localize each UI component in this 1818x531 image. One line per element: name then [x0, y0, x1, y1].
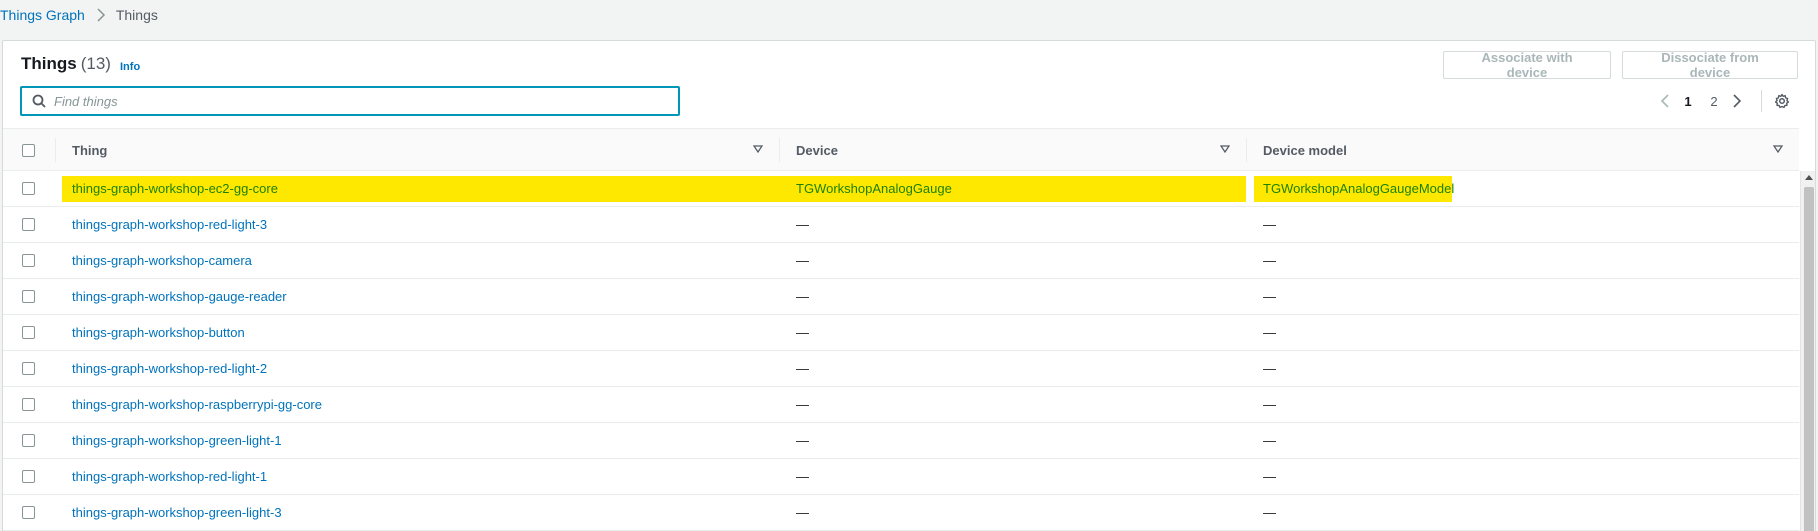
next-page-icon[interactable]	[1727, 94, 1747, 108]
device-model-cell: —	[1263, 433, 1276, 448]
table-row: things-graph-workshop-red-light-3 — —	[3, 207, 1799, 243]
associate-with-device-button[interactable]: Associate with device	[1443, 50, 1611, 80]
column-header-device-model-label: Device model	[1263, 142, 1347, 158]
device-model-cell: —	[1263, 325, 1276, 340]
breadcrumb-current: Things	[115, 7, 158, 23]
row-checkbox[interactable]	[22, 218, 35, 231]
column-header-device-label: Device	[796, 142, 838, 158]
thing-link[interactable]: things-graph-workshop-red-light-1	[72, 459, 267, 494]
row-checkbox[interactable]	[22, 434, 35, 447]
column-header-thing-label: Thing	[72, 142, 108, 158]
vertical-scrollbar[interactable]	[1800, 171, 1815, 531]
device-model-cell: —	[1263, 253, 1276, 268]
column-divider	[55, 138, 56, 162]
device-cell: —	[796, 253, 809, 268]
row-checkbox[interactable]	[22, 254, 35, 267]
row-checkbox[interactable]	[22, 506, 35, 519]
device-model-cell: —	[1263, 217, 1276, 232]
thing-link[interactable]: things-graph-workshop-red-light-2	[72, 351, 267, 386]
device-cell: —	[796, 505, 809, 520]
column-divider	[779, 138, 780, 162]
sort-triangle-icon[interactable]	[753, 144, 763, 154]
row-checkbox[interactable]	[22, 362, 35, 375]
things-count: (13)	[80, 54, 111, 73]
column-header-thing[interactable]: Thing	[72, 129, 779, 171]
table-row: things-graph-workshop-green-light-3 — —	[3, 495, 1799, 531]
row-checkbox[interactable]	[22, 326, 35, 339]
row-checkbox[interactable]	[22, 290, 35, 303]
page-title-text: Things	[21, 54, 77, 73]
device-cell: —	[796, 469, 809, 484]
search-icon	[32, 94, 46, 108]
thing-link[interactable]: things-graph-workshop-red-light-3	[72, 207, 267, 242]
thing-link[interactable]: things-graph-workshop-button	[72, 315, 245, 350]
device-model-cell: —	[1263, 505, 1276, 520]
sort-triangle-icon[interactable]	[1220, 144, 1230, 154]
things-panel: Things (13) Info Associate with device D…	[2, 40, 1816, 531]
breadcrumb: Things Graph Things	[0, 0, 158, 30]
thing-link[interactable]: things-graph-workshop-camera	[72, 243, 252, 278]
device-model-cell: —	[1263, 289, 1276, 304]
things-table: Thing Device Device model things-graph-w…	[3, 128, 1799, 531]
column-header-device[interactable]: Device	[796, 129, 1246, 171]
panel-header: Things (13) Info Associate with device D…	[3, 41, 1815, 128]
search-box	[20, 86, 680, 116]
page-title: Things (13)	[21, 54, 111, 74]
select-all-checkbox[interactable]	[22, 144, 35, 157]
scrollbar-thumb[interactable]	[1804, 187, 1814, 531]
table-row: things-graph-workshop-red-light-1 — —	[3, 459, 1799, 495]
pagination: 1 2	[1655, 88, 1790, 114]
table-row: things-graph-workshop-button — —	[3, 315, 1799, 351]
column-divider	[1246, 138, 1247, 162]
info-link[interactable]: Info	[120, 61, 140, 73]
settings-gear-icon[interactable]	[1774, 93, 1790, 109]
device-cell: —	[796, 217, 809, 232]
search-input[interactable]	[54, 93, 654, 109]
device-model-cell: —	[1263, 361, 1276, 376]
thing-link[interactable]: things-graph-workshop-green-light-1	[72, 423, 282, 458]
pagination-divider	[1761, 90, 1762, 112]
device-cell: —	[796, 433, 809, 448]
table-header: Thing Device Device model	[3, 128, 1799, 171]
thing-link[interactable]: things-graph-workshop-raspberrypi-gg-cor…	[72, 387, 322, 422]
scroll-up-arrow-icon[interactable]	[1805, 175, 1813, 180]
thing-link[interactable]: things-graph-workshop-ec2-gg-core	[72, 171, 278, 206]
sort-triangle-icon[interactable]	[1773, 144, 1783, 154]
table-row: things-graph-workshop-gauge-reader — —	[3, 279, 1799, 315]
row-checkbox[interactable]	[22, 470, 35, 483]
thing-link[interactable]: things-graph-workshop-gauge-reader	[72, 279, 287, 314]
table-body: things-graph-workshop-ec2-gg-core TGWork…	[3, 171, 1799, 531]
table-row: things-graph-workshop-camera — —	[3, 243, 1799, 279]
device-model-cell: —	[1263, 397, 1276, 412]
device-cell: —	[796, 397, 809, 412]
table-row: things-graph-workshop-red-light-2 — —	[3, 351, 1799, 387]
chevron-right-icon	[96, 8, 106, 22]
device-cell: —	[796, 361, 809, 376]
table-row: things-graph-workshop-green-light-1 — —	[3, 423, 1799, 459]
dissociate-from-device-button[interactable]: Dissociate from device	[1622, 50, 1798, 80]
page-2-button[interactable]: 2	[1701, 94, 1727, 109]
thing-link[interactable]: things-graph-workshop-green-light-3	[72, 495, 282, 530]
device-model-cell: —	[1263, 469, 1276, 484]
device-cell: —	[796, 289, 809, 304]
previous-page-icon[interactable]	[1655, 94, 1675, 108]
table-row: things-graph-workshop-ec2-gg-core TGWork…	[3, 171, 1799, 207]
page-1-button[interactable]: 1	[1675, 94, 1701, 109]
device-cell: TGWorkshopAnalogGauge	[796, 181, 952, 196]
column-header-device-model[interactable]: Device model	[1263, 129, 1799, 171]
row-checkbox[interactable]	[22, 398, 35, 411]
table-row: things-graph-workshop-raspberrypi-gg-cor…	[3, 387, 1799, 423]
row-checkbox[interactable]	[22, 182, 35, 195]
breadcrumb-things-graph-link[interactable]: Things Graph	[0, 7, 85, 23]
device-model-cell: TGWorkshopAnalogGaugeModel	[1263, 181, 1455, 196]
device-cell: —	[796, 325, 809, 340]
